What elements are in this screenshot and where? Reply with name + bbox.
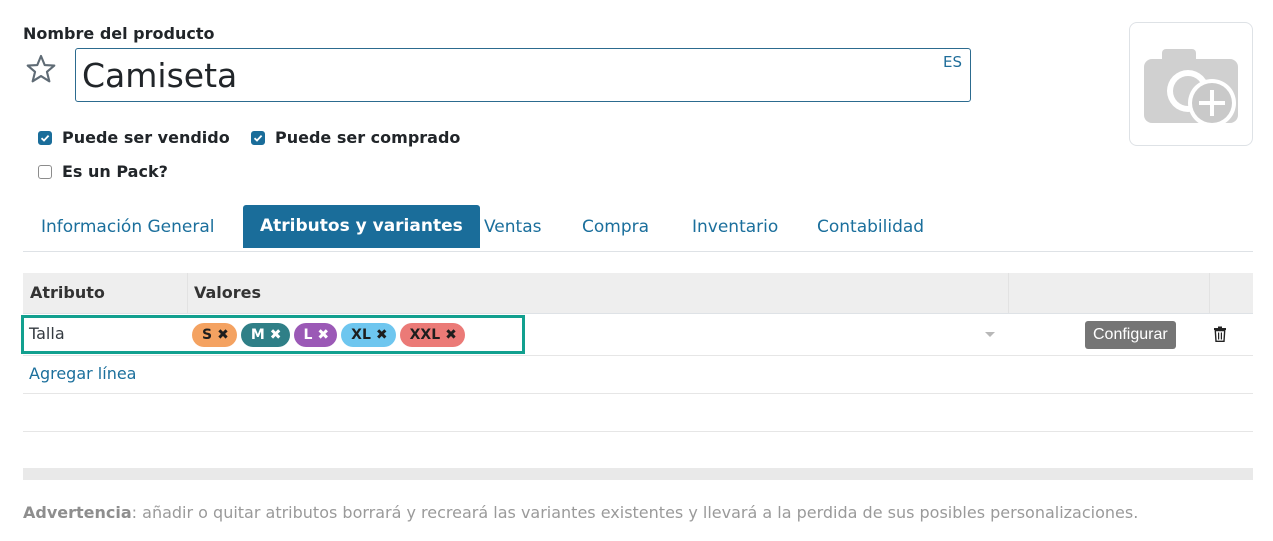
table-footer (23, 468, 1253, 480)
column-header-attribute[interactable]: Atributo (23, 273, 105, 313)
product-name-label: Nombre del producto (23, 24, 215, 43)
tab-informacion-general[interactable]: Información General (24, 205, 232, 250)
configure-button[interactable]: Configurar (1085, 321, 1176, 349)
checkbox-is-pack[interactable]: Es un Pack? (38, 162, 168, 181)
add-line-row: Agregar línea (23, 356, 1253, 394)
product-name-input[interactable] (82, 53, 912, 97)
checkbox-sale-ok[interactable]: Puede ser vendido (38, 128, 230, 147)
checkbox-purchase-ok[interactable]: Puede ser comprado (251, 128, 460, 147)
column-divider (1008, 273, 1009, 313)
tab-atributos-variantes[interactable]: Atributos y variantes (243, 205, 480, 248)
product-image-upload[interactable] (1129, 22, 1253, 146)
checkbox-checked-icon[interactable] (38, 130, 52, 145)
table-header: Atributo Valores (23, 273, 1253, 314)
product-name-field[interactable]: ES (75, 48, 971, 102)
column-header-values[interactable]: Valores (187, 273, 261, 313)
tab-ventas[interactable]: Ventas (467, 205, 558, 250)
empty-row (23, 394, 1253, 432)
column-divider (1209, 273, 1210, 313)
star-icon[interactable] (24, 52, 58, 86)
camera-add-icon (1144, 49, 1238, 127)
caret-down-icon[interactable] (985, 332, 995, 337)
tab-compra[interactable]: Compra (565, 205, 666, 250)
checkbox-label: Puede ser comprado (275, 128, 461, 147)
checkbox-checked-icon[interactable] (251, 130, 265, 145)
checkbox-label: Puede ser vendido (62, 128, 230, 147)
checkbox-label: Es un Pack? (62, 162, 168, 181)
add-line-link[interactable]: Agregar línea (29, 356, 136, 392)
tab-bar: Información General Atributos y variante… (23, 205, 1253, 252)
language-button[interactable]: ES (943, 53, 962, 71)
selected-row-highlight (21, 315, 525, 354)
trash-icon[interactable] (1213, 326, 1227, 342)
warning-title: Advertencia (23, 503, 132, 522)
tab-contabilidad[interactable]: Contabilidad (800, 205, 941, 250)
checkbox-unchecked-icon[interactable] (38, 164, 52, 179)
warning-message: : añadir o quitar atributos borrará y re… (131, 503, 1139, 522)
tab-inventario[interactable]: Inventario (675, 205, 795, 250)
warning-text: Advertencia: añadir o quitar atributos b… (23, 503, 1138, 522)
